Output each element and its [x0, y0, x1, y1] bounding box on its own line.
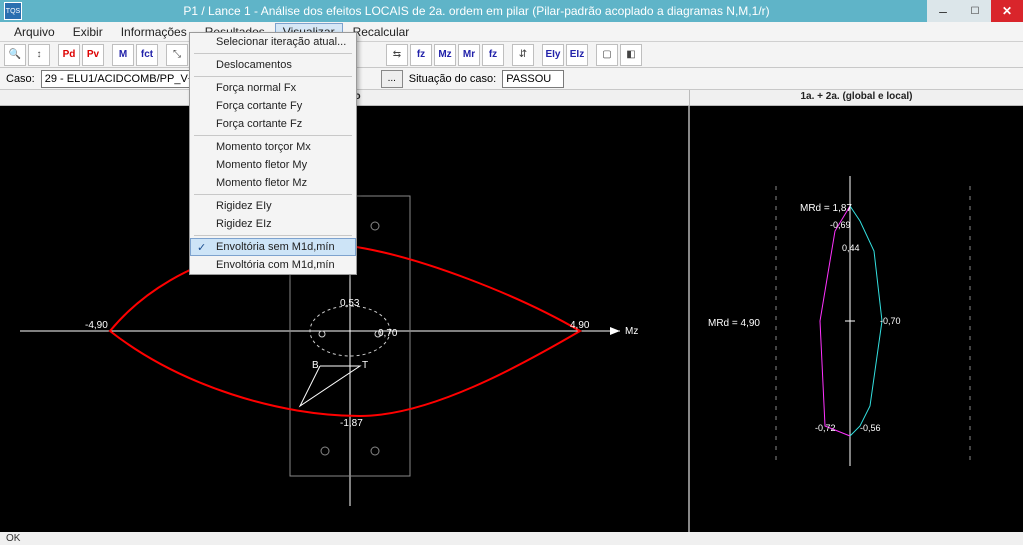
dropdown-item-label: Momento torçor Mx [216, 141, 311, 153]
dropdown-item-label: Força normal Fx [216, 82, 296, 94]
title-bar: TQS P1 / Lance 1 - Análise dos efeitos L… [0, 0, 1023, 22]
vp-left-T: T [362, 360, 368, 371]
tool-fct[interactable]: fct [136, 44, 158, 66]
dropdown-item-label: Selecionar iteração atual... [216, 36, 346, 48]
dropdown-item-label: Envoltória sem M1d,mín [216, 241, 335, 253]
dropdown-item-11[interactable]: Envoltória com M1d,mín [190, 256, 356, 274]
viewport-right[interactable]: MRd = 1,87 MRd = 4,90 -0,69 0,44 -0,70 -… [690, 106, 1023, 532]
dropdown-item-6[interactable]: Momento fletor My [190, 156, 356, 174]
tool-17[interactable]: ▢ [596, 44, 618, 66]
dropdown-separator [194, 235, 352, 236]
tool-9[interactable]: ⇆ [386, 44, 408, 66]
viewports: -4,90 4,90 Mz 0,53 0,70 -1,87 B T MRd = … [0, 106, 1023, 532]
vp-left-bot: -1,87 [340, 418, 363, 429]
toolbar: 🔍 ↕ Pd Pv M fct ⤡ ↕ ⇆ fz Mz Mr fz ⇵ EIy … [0, 42, 1023, 68]
vp-right-mrd2: MRd = 4,90 [708, 318, 760, 329]
tool-pv[interactable]: Pv [82, 44, 104, 66]
tool-2[interactable]: ↕ [28, 44, 50, 66]
menu-exibir[interactable]: Exibir [65, 23, 111, 41]
status-text: OK [6, 533, 20, 544]
panel-right-title: 1a. + 2a. (global e local) [690, 90, 1023, 105]
tool-18[interactable]: ◧ [620, 44, 642, 66]
close-button[interactable] [991, 0, 1023, 22]
window-title: P1 / Lance 1 - Análise dos efeitos LOCAI… [26, 4, 927, 18]
tool-mz[interactable]: Mz [434, 44, 456, 66]
case-input[interactable] [41, 70, 211, 88]
dropdown-item-8[interactable]: Rigidez EIy [190, 197, 356, 215]
vp-right-v4: -0,72 [815, 423, 836, 433]
dropdown-item-label: Momento fletor Mz [216, 177, 307, 189]
dropdown-separator [194, 135, 352, 136]
vp-left-axis: Mz [625, 326, 638, 337]
tool-zoom-icon[interactable]: 🔍 [4, 44, 26, 66]
dropdown-item-9[interactable]: Rigidez EIz [190, 215, 356, 233]
menu-informacoes[interactable]: Informações [113, 23, 195, 41]
dropdown-item-label: Deslocamentos [216, 59, 292, 71]
vp-right-v5: -0,56 [860, 423, 881, 433]
dropdown-item-1[interactable]: Deslocamentos [190, 56, 356, 74]
vp-left-xneg: -4,90 [85, 320, 108, 331]
tool-pd[interactable]: Pd [58, 44, 80, 66]
tool-mr[interactable]: Mr [458, 44, 480, 66]
tool-fz2[interactable]: fz [482, 44, 504, 66]
dropdown-item-2[interactable]: Força normal Fx [190, 79, 356, 97]
case-label: Caso: [6, 73, 35, 85]
dropdown-item-label: Força cortante Fz [216, 118, 302, 130]
menu-bar: Arquivo Exibir Informações Resultados Vi… [0, 22, 1023, 42]
tool-14[interactable]: ⇵ [512, 44, 534, 66]
dropdown-item-3[interactable]: Força cortante Fy [190, 97, 356, 115]
status-label: Situação do caso: [409, 73, 496, 85]
tool-m[interactable]: M [112, 44, 134, 66]
minimize-button[interactable] [927, 0, 959, 22]
maximize-button[interactable] [959, 0, 991, 22]
dropdown-item-4[interactable]: Força cortante Fz [190, 115, 356, 133]
panel-headers: eração 1a. + 2a. (global e local) [0, 90, 1023, 106]
status-bar: OK [0, 532, 1023, 545]
dropdown-item-label: Rigidez EIz [216, 218, 272, 230]
dropdown-item-7[interactable]: Momento fletor Mz [190, 174, 356, 192]
tool-fz[interactable]: fz [410, 44, 432, 66]
dropdown-separator [194, 194, 352, 195]
app-icon: TQS [4, 2, 22, 20]
vp-left-top: 0,53 [340, 298, 360, 309]
vp-right-v2: 0,44 [842, 243, 860, 253]
dropdown-item-0[interactable]: Selecionar iteração atual... [190, 33, 356, 51]
vp-left-xpos: 4,90 [570, 320, 590, 331]
vp-right-v1: -0,69 [830, 220, 851, 230]
dropdown-item-label: Força cortante Fy [216, 100, 302, 112]
dropdown-item-10[interactable]: ✓ Envoltória sem M1d,mín [190, 238, 356, 256]
menu-arquivo[interactable]: Arquivo [6, 23, 63, 41]
vp-right-mrd1: MRd = 1,87 [800, 203, 852, 214]
check-icon: ✓ [197, 241, 206, 254]
dropdown-separator [194, 76, 352, 77]
status-input[interactable] [502, 70, 564, 88]
tool-eiz[interactable]: EIz [566, 44, 588, 66]
vp-right-v3: -0,70 [880, 316, 901, 326]
vp-left-B: B [312, 360, 319, 371]
dropdown-item-5[interactable]: Momento torçor Mx [190, 138, 356, 156]
case-more-button[interactable]: ... [381, 70, 403, 88]
dropdown-separator [194, 53, 352, 54]
tool-7[interactable]: ⤡ [166, 44, 188, 66]
dropdown-item-label: Momento fletor My [216, 159, 307, 171]
dropdown-item-label: Rigidez EIy [216, 200, 272, 212]
tool-eiy[interactable]: EIy [542, 44, 564, 66]
visualizar-dropdown: Selecionar iteração atual... Deslocamento… [189, 32, 357, 275]
vp-left-ctr: 0,70 [378, 328, 398, 339]
case-row: Caso: ◄ ► ... Situação do caso: [0, 68, 1023, 90]
dropdown-item-label: Envoltória com M1d,mín [216, 259, 335, 271]
